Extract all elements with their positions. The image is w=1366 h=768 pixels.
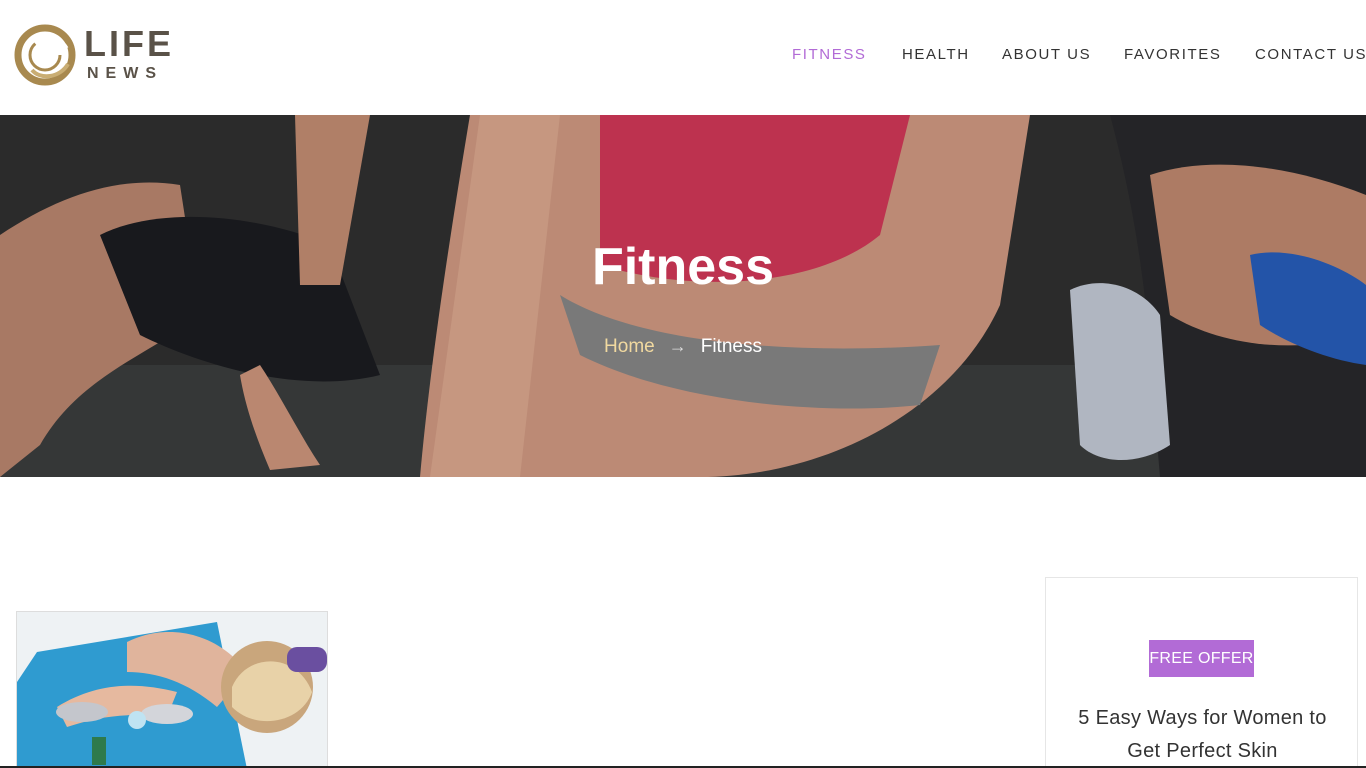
breadcrumb-current: Fitness xyxy=(700,336,762,357)
nav-item-favorites[interactable]: FAVORITES xyxy=(1124,46,1221,64)
nav-item-health[interactable]: HEALTH xyxy=(902,46,970,64)
site-logo[interactable]: LIFE NEWS xyxy=(14,20,174,90)
hero-banner: Fitness Home → Fitness xyxy=(0,115,1366,477)
nav-item-fitness[interactable]: FITNESS xyxy=(792,46,867,64)
breadcrumb: Home → Fitness xyxy=(0,334,1366,359)
fitness-photo xyxy=(17,612,327,768)
breadcrumb-home-link[interactable]: Home xyxy=(604,336,655,357)
breadcrumb-arrow-icon: → xyxy=(668,336,687,356)
post-thumbnail-image[interactable] xyxy=(16,611,328,768)
free-offer-badge[interactable]: FREE OFFER xyxy=(1149,640,1254,677)
page-title: Fitness xyxy=(591,238,775,296)
logo-ring-icon xyxy=(14,24,76,86)
logo-wordmark-top: LIFE xyxy=(84,23,174,64)
offer-title-link[interactable]: 5 Easy Ways for Women to Get Perfect Ski… xyxy=(1066,702,1339,768)
sidebar-offer-widget: FREE OFFER 5 Easy Ways for Women to Get … xyxy=(1045,577,1358,768)
logo-wordmark-bottom: NEWS xyxy=(87,65,163,82)
nav-item-contact-us[interactable]: CONTACT US xyxy=(1255,46,1366,64)
nav-item-about-us[interactable]: ABOUT US xyxy=(1002,46,1091,64)
site-header: LIFE NEWS FITNESS HEALTH ABOUT US FAVORI… xyxy=(0,0,1366,115)
